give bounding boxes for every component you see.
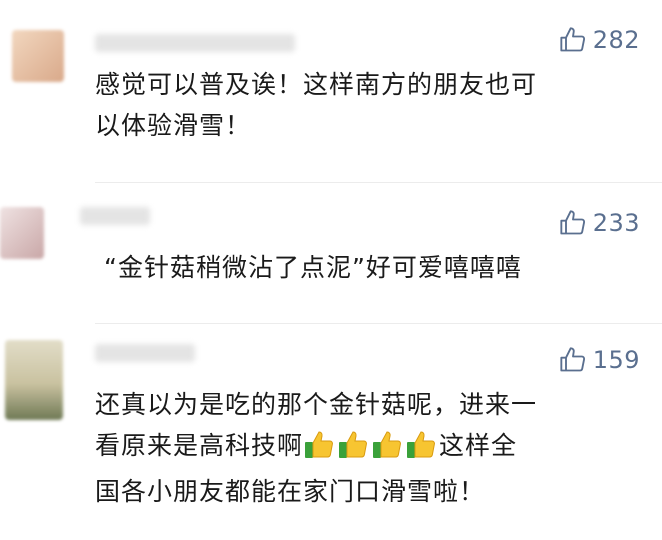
like-count: 233 (592, 209, 640, 237)
thumbs-up-outline-icon (559, 346, 587, 374)
comment-item: 159 还真以为是吃的那个金针菇呢，进来一 看原来是高科技啊 这样全 国各小朋友都… (0, 330, 662, 540)
comment-text: “金针菇稍微沾了点泥”好可爱嘻嘻嘻 (104, 253, 522, 282)
like-count: 159 (592, 346, 640, 374)
thumbs-up-outline-icon (559, 209, 587, 237)
username-blurred[interactable] (95, 34, 295, 52)
like-button[interactable]: 159 (559, 346, 640, 374)
thumbs-up-outline-icon (559, 26, 587, 54)
divider (95, 182, 662, 183)
avatar[interactable] (12, 30, 64, 82)
username-blurred[interactable] (80, 207, 150, 225)
avatar[interactable] (0, 207, 44, 259)
comment-text: 感觉可以普及诶！这样南方的朋友也可 以体验滑雪！ (95, 70, 538, 140)
divider (95, 323, 662, 324)
like-count: 282 (592, 26, 640, 54)
avatar[interactable] (5, 340, 63, 420)
thumbs-up-emoji-icon (372, 429, 404, 471)
thumbs-up-emoji-icon (406, 429, 438, 471)
comment-item: 282 感觉可以普及诶！这样南方的朋友也可 以体验滑雪！ (0, 0, 662, 185)
like-button[interactable]: 233 (559, 209, 640, 237)
like-button[interactable]: 282 (559, 26, 640, 54)
username-blurred[interactable] (95, 344, 195, 362)
comment-text: 还真以为是吃的那个金针菇呢，进来一 看原来是高科技啊 这样全 国各小朋友都能在家门… (95, 390, 538, 506)
comment-item: 233 “金针菇稍微沾了点泥”好可爱嘻嘻嘻 (0, 185, 662, 324)
thumbs-up-emoji-icon (304, 429, 336, 471)
thumbs-up-emoji-icon (338, 429, 370, 471)
